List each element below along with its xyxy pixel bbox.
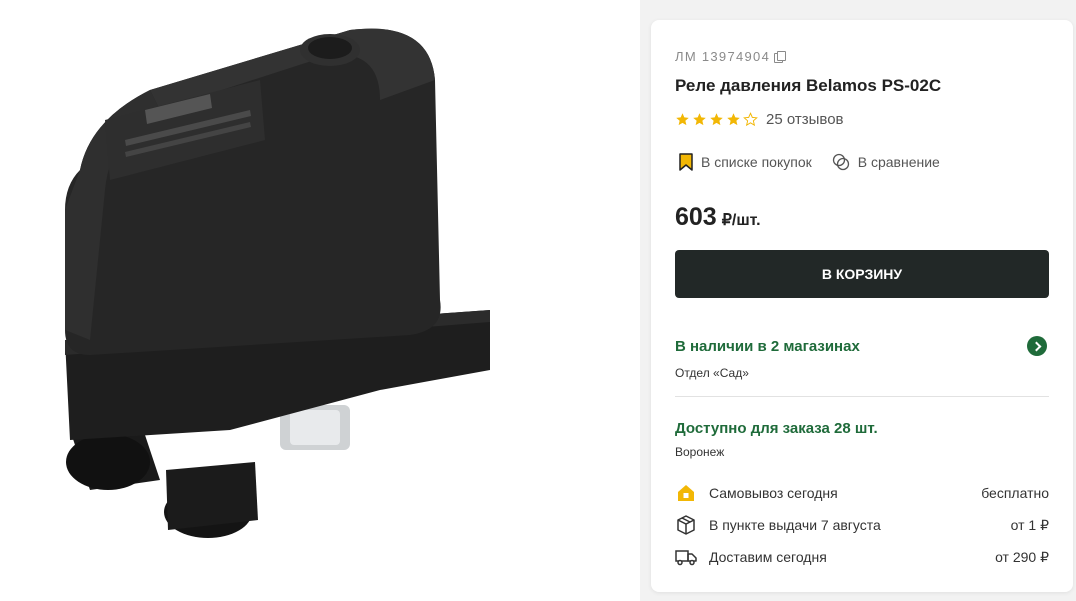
price-value: 603	[675, 203, 717, 231]
copy-icon[interactable]	[774, 51, 787, 63]
star-filled-icon	[693, 113, 706, 126]
divider	[675, 396, 1049, 397]
star-filled-icon	[710, 113, 723, 126]
chevron-right-icon[interactable]	[1027, 336, 1047, 356]
star-filled-icon	[676, 113, 689, 126]
star-rating	[675, 112, 758, 127]
delivery-label: Доставим сегодня	[709, 549, 827, 565]
city[interactable]: Воронеж	[675, 445, 724, 459]
star-empty-icon	[743, 112, 758, 127]
delivery-price: от 290 ₽	[995, 548, 1049, 565]
stock-title[interactable]: В наличии в 2 магазинах	[675, 338, 860, 355]
pressure-switch-image	[65, 28, 490, 538]
price: 603 ₽/шт.	[675, 203, 761, 232]
product-actions: В списке покупок В сравнение	[679, 153, 940, 171]
sku-text: ЛМ 13974904	[675, 49, 771, 64]
box-icon	[675, 514, 697, 536]
reviews-link[interactable]: 25 отзывов	[766, 111, 844, 128]
product-image[interactable]	[0, 0, 640, 601]
delivery-price: бесплатно	[981, 485, 1049, 501]
compare-button[interactable]: В сравнение	[832, 153, 940, 171]
star-filled-icon	[727, 113, 740, 126]
compare-label: В сравнение	[857, 154, 940, 170]
product-card: ЛМ 13974904 Реле давления Belamos PS-02C…	[651, 20, 1073, 592]
shopping-list-button[interactable]: В списке покупок	[679, 153, 812, 171]
delivery-options: Самовывоз сегодня бесплатно В пункте выд…	[675, 477, 1049, 573]
delivery-label: В пункте выдачи 7 августа	[709, 517, 881, 533]
delivery-row-point: В пункте выдачи 7 августа от 1 ₽	[675, 509, 1049, 541]
price-unit: ₽/шт.	[721, 212, 761, 229]
delivery-label: Самовывоз сегодня	[709, 485, 838, 501]
house-icon	[675, 482, 697, 504]
shopping-list-label: В списке покупок	[701, 154, 812, 170]
delivery-row-courier: Доставим сегодня от 290 ₽	[675, 541, 1049, 573]
rating[interactable]: 25 отзывов	[675, 111, 844, 128]
add-to-cart-button[interactable]: В КОРЗИНУ	[675, 250, 1049, 298]
delivery-row-pickup: Самовывоз сегодня бесплатно	[675, 477, 1049, 509]
availability-title: Доступно для заказа 28 шт.	[675, 420, 878, 437]
compare-icon	[832, 153, 849, 171]
truck-icon	[675, 546, 697, 568]
product-title: Реле давления Belamos PS-02C	[675, 76, 942, 95]
sku: ЛМ 13974904	[675, 49, 787, 64]
department: Отдел «Сад»	[675, 366, 749, 380]
bookmark-icon	[679, 153, 693, 171]
delivery-price: от 1 ₽	[1010, 516, 1049, 533]
